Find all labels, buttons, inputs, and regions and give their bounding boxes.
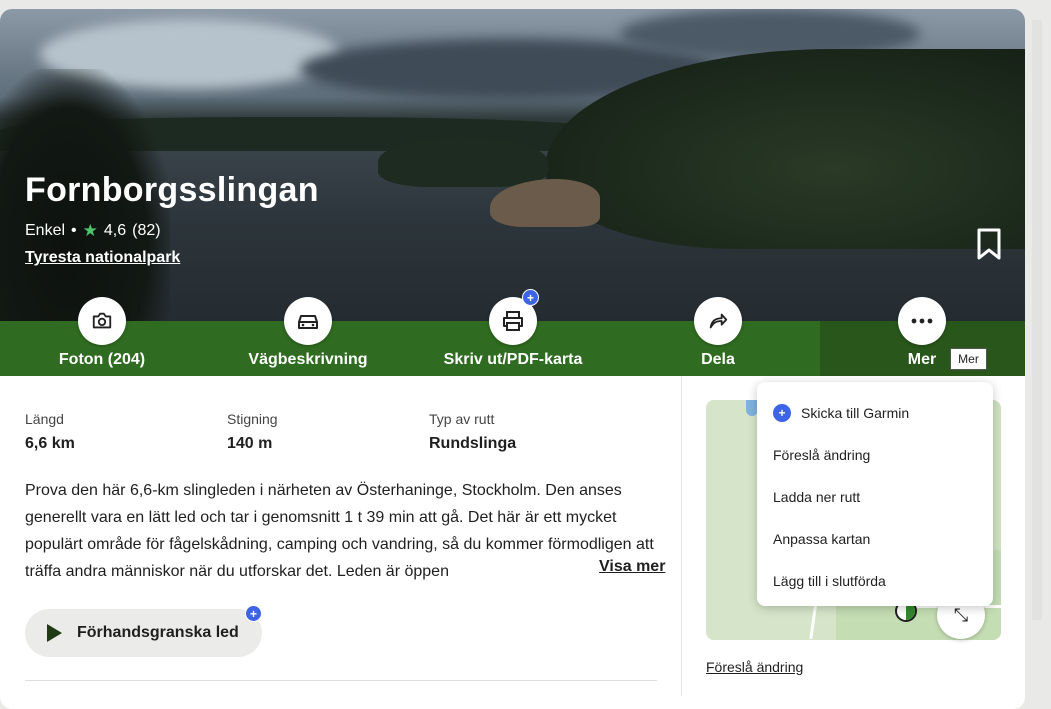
plus-badge-icon: + <box>245 605 262 622</box>
park-link[interactable]: Tyresta nationalpark <box>25 249 180 267</box>
directions-action[interactable]: Vägbeskrivning <box>208 297 408 369</box>
trail-card: Fornborgsslingan Enkel • ★ 4,6 (82) Tyre… <box>0 9 1025 709</box>
plus-badge-icon: + <box>522 289 539 306</box>
photos-button[interactable] <box>78 297 126 345</box>
trail-stats: Längd 6,6 km Stigning 140 m Typ av rutt … <box>25 411 631 453</box>
rating-value: 4,6 <box>103 222 127 239</box>
preview-trail-button[interactable]: Förhandsgranska led + <box>25 605 262 657</box>
stat-value: 6,6 km <box>25 435 75 452</box>
more-menu: + Skicka till Garmin Föreslå ändring Lad… <box>757 382 993 606</box>
directions-label: Vägbeskrivning <box>248 351 368 368</box>
directions-button[interactable] <box>284 297 332 345</box>
stat-route-type: Typ av rutt Rundslinga <box>429 411 631 453</box>
photos-action[interactable]: Foton (204) <box>2 297 202 369</box>
share-label: Dela <box>701 351 735 368</box>
menu-item-label: Anpassa kartan <box>773 531 871 547</box>
play-icon <box>47 624 62 642</box>
share-button[interactable] <box>694 297 742 345</box>
section-divider <box>25 680 657 681</box>
photos-label: Foton (204) <box>58 351 146 368</box>
trail-description: Prova den här 6,6-km slingleden i närhet… <box>25 482 654 580</box>
page-scrollbar[interactable] <box>1032 20 1042 620</box>
trail-title: Fornborgsslingan <box>25 171 319 209</box>
stat-length: Längd 6,6 km <box>25 411 227 453</box>
stat-key: Längd <box>25 411 64 427</box>
menu-item-download-route[interactable]: Ladda ner rutt <box>757 476 993 518</box>
stat-value: 140 m <box>227 435 273 452</box>
camera-icon <box>92 312 112 329</box>
review-count[interactable]: (82) <box>132 222 160 240</box>
island-shape <box>378 137 548 187</box>
print-action[interactable]: + Skriv ut/PDF-karta <box>413 289 613 369</box>
menu-item-label: Ladda ner rutt <box>773 489 861 505</box>
menu-item-label: Skicka till Garmin <box>801 405 910 421</box>
stat-key: Typ av rutt <box>429 411 495 427</box>
printer-icon <box>503 311 523 331</box>
bookmark-icon[interactable] <box>975 227 1003 261</box>
stat-value: Rundslinga <box>429 435 517 452</box>
suggest-edit-link[interactable]: Föreslå ändring <box>706 659 803 675</box>
menu-item-customize-map[interactable]: Anpassa kartan <box>757 518 993 560</box>
menu-item-label: Lägg till i slutförda <box>773 573 886 589</box>
car-icon <box>298 315 318 329</box>
more-tooltip: Mer <box>950 348 987 370</box>
stat-key: Stigning <box>227 411 278 427</box>
more-button[interactable] <box>898 297 946 345</box>
share-icon <box>709 313 728 329</box>
share-action[interactable]: Dela <box>618 297 818 369</box>
plus-badge-icon: + <box>773 404 791 422</box>
preview-trail-label: Förhandsgranska led <box>77 624 239 641</box>
more-label: Mer <box>907 351 937 368</box>
print-label: Skriv ut/PDF-karta <box>443 351 583 368</box>
menu-item-label: Föreslå ändring <box>773 447 871 463</box>
meta-separator: • <box>71 222 77 239</box>
menu-item-suggest-edit[interactable]: Föreslå ändring <box>757 434 993 476</box>
menu-item-add-to-completed[interactable]: Lägg till i slutförda <box>757 560 993 602</box>
menu-item-send-to-garmin[interactable]: + Skicka till Garmin <box>757 392 993 434</box>
show-more-link[interactable]: Visa mer <box>591 558 666 576</box>
column-divider <box>681 376 682 696</box>
more-icon <box>911 318 933 324</box>
more-action[interactable]: Mer <box>822 297 1022 369</box>
stat-elevation: Stigning 140 m <box>227 411 429 453</box>
difficulty-label: Enkel <box>25 222 66 239</box>
trail-meta: Enkel • ★ 4,6 (82) <box>25 221 161 241</box>
print-button[interactable]: + <box>489 289 539 345</box>
star-icon: ★ <box>82 221 98 240</box>
